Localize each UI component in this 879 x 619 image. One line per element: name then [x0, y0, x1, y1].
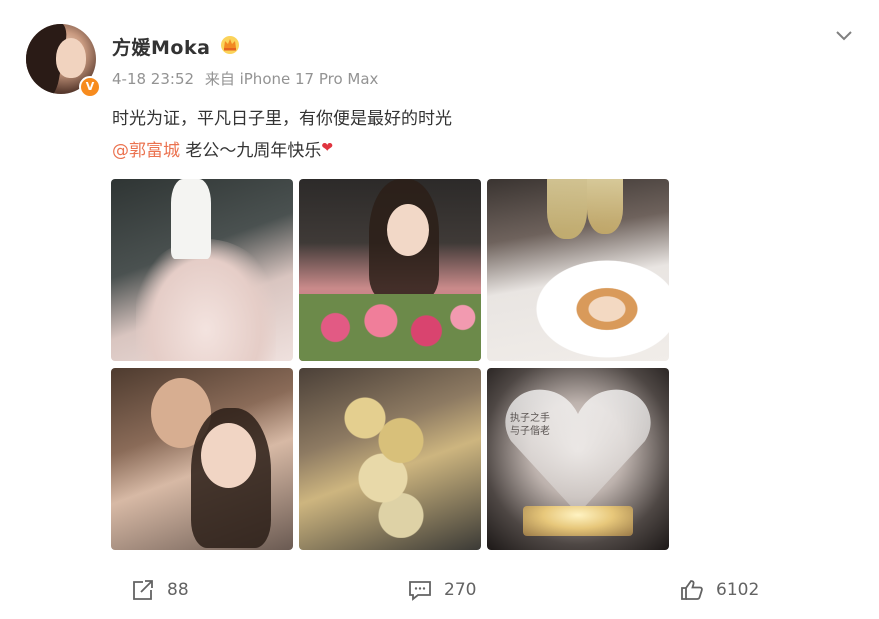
post-source: 来自 iPhone 17 Pro Max [204, 70, 379, 88]
post-meta: 4-18 23:52 来自 iPhone 17 Pro Max [112, 68, 378, 89]
like-count: 6102 [716, 580, 760, 600]
heart-icon: ❤ [321, 140, 334, 156]
crystal-heart-shape [505, 386, 651, 514]
avatar-face [56, 38, 86, 78]
verified-badge-icon: V [79, 76, 101, 98]
comment-icon [409, 581, 431, 601]
action-bar: 88 270 6102 [0, 572, 879, 608]
dessert-plate-shape [527, 254, 669, 361]
photo-wedding[interactable] [111, 179, 293, 361]
post-text-line2-body: 老公～九周年快乐 [180, 141, 322, 161]
post-text-line2: @郭富城 老公～九周年快乐❤ [112, 137, 452, 166]
flowers-shape [299, 294, 481, 361]
glasses-shape [329, 388, 449, 538]
post-time[interactable]: 4-18 23:52 [112, 70, 194, 88]
engraving-text: 执子之手 与子偕老 [510, 413, 550, 437]
repost-count: 88 [167, 580, 189, 600]
comment-button[interactable]: 270 [408, 572, 476, 608]
comment-count: 270 [444, 580, 477, 600]
photo-toast[interactable] [299, 368, 481, 550]
repost-icon [133, 580, 153, 600]
photo-flowers[interactable] [299, 179, 481, 361]
lit-base-shape [523, 506, 633, 536]
post-content: 时光为证，平凡日子里，有你便是最好的时光 @郭富城 老公～九周年快乐❤ [112, 105, 452, 166]
mention-link[interactable]: @郭富城 [112, 141, 180, 161]
thumbs-up-icon [681, 580, 703, 600]
repost-button[interactable]: 88 [131, 572, 189, 608]
weibo-post-card: V 方媛Moka 4-18 23:52 来自 iPhone 17 Pro Max… [0, 0, 879, 619]
champagne-glass-shape [587, 179, 623, 234]
post-text-line1: 时光为证，平凡日子里，有你便是最好的时光 [112, 109, 452, 129]
like-button[interactable]: 6102 [680, 572, 759, 608]
photo-dessert[interactable] [487, 179, 669, 361]
photo-crystal-heart[interactable]: 执子之手 与子偕老 [487, 368, 669, 550]
champagne-glass-shape [547, 179, 587, 239]
photo-couple-selfie[interactable] [111, 368, 293, 550]
crown-icon [221, 36, 239, 54]
woman-face-shape [201, 423, 256, 488]
white-suit-shape [171, 179, 211, 259]
photo-grid: 执子之手 与子偕老 [111, 179, 669, 550]
chevron-down-icon[interactable] [835, 26, 853, 44]
author-name[interactable]: 方媛Moka [112, 33, 210, 60]
face-shape [387, 204, 429, 256]
